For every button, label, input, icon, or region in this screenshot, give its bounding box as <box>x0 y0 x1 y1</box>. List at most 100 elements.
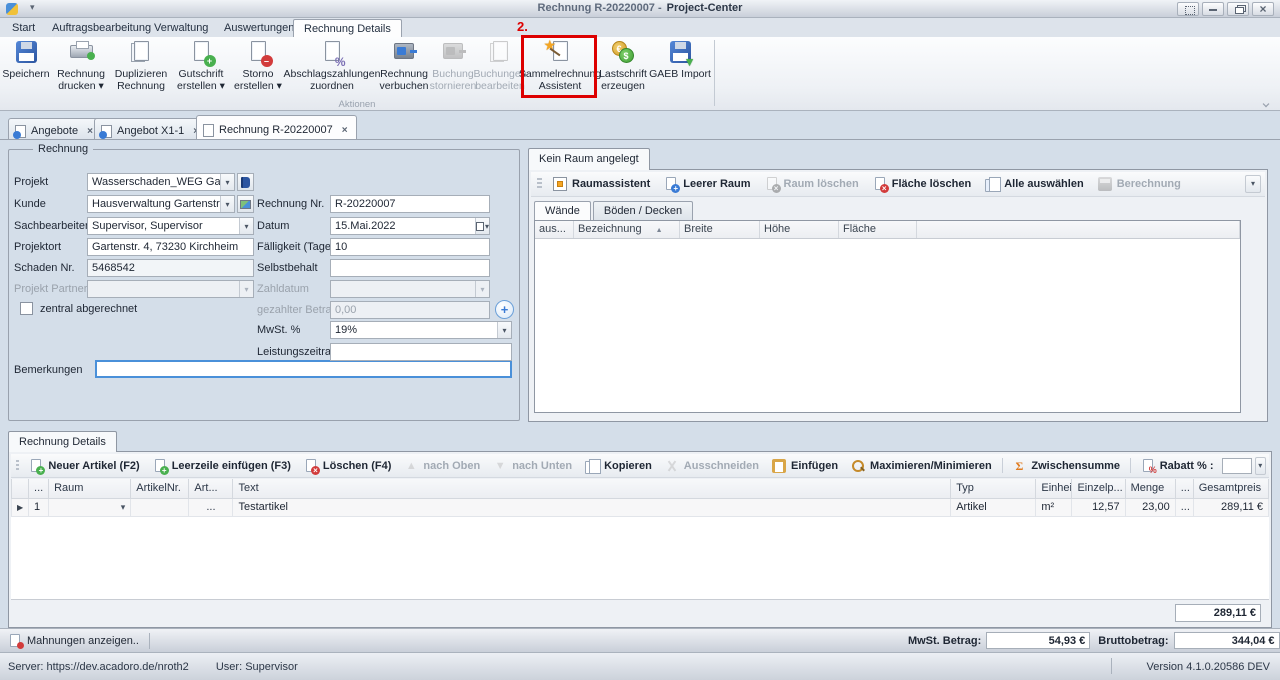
calendar-icon[interactable] <box>475 218 489 234</box>
cell-typ[interactable]: Artikel <box>951 498 1036 516</box>
credit-note-icon <box>188 39 215 66</box>
cell-einheit[interactable]: m² <box>1036 498 1072 516</box>
toolbar-dropdown-icon[interactable] <box>1245 175 1261 193</box>
rechnung-verbuchen-button[interactable]: Rechnungverbuchen <box>380 39 428 101</box>
column-header-artikelnr[interactable]: ArtikelNr. <box>131 479 189 498</box>
minimize-button[interactable] <box>1202 2 1224 16</box>
cell-einzelpreis[interactable]: 12,57 <box>1072 498 1125 516</box>
leerzeile-einfuegen-button[interactable]: Leerzeile einfügen (F3) <box>148 457 296 475</box>
ribbon-tab-auswertungen[interactable]: Auswertungen <box>214 19 304 37</box>
datum-label: Datum <box>257 220 289 232</box>
table-row[interactable]: 1 ... Testartikel Artikel m² 12,57 23,00… <box>12 498 1269 516</box>
close-button[interactable] <box>1252 2 1274 16</box>
column-header-typ[interactable]: Typ <box>951 479 1036 498</box>
insert-blank-row-icon <box>153 459 167 473</box>
offer-list-icon <box>15 125 26 138</box>
doc-tab-angebot-x1-1[interactable]: Angebot X1-1 × <box>94 118 208 139</box>
projekt-open-button[interactable] <box>237 173 254 191</box>
ribbon-tab-rechnung-details[interactable]: Rechnung Details <box>293 19 402 37</box>
main-content: Rechnung Projekt Wasserschaden_WEG Garte… <box>0 139 1280 628</box>
subtab-boeden-decken[interactable]: Böden / Decken <box>593 201 693 221</box>
column-header-gesamtpreis[interactable]: Gesamtpreis <box>1193 479 1268 498</box>
book-icon <box>241 177 250 188</box>
gaeb-import-button[interactable]: GAEB Import <box>650 39 710 101</box>
column-header-dots2[interactable]: ... <box>1175 479 1193 498</box>
kopieren-button[interactable]: Kopieren <box>580 457 657 475</box>
chevron-down-icon[interactable] <box>220 196 234 212</box>
leistungszeitraum-field[interactable] <box>330 343 512 361</box>
speichern-button[interactable]: Speichern <box>2 39 50 101</box>
toolbar-grip[interactable] <box>537 178 542 190</box>
add-payment-button[interactable] <box>495 300 514 319</box>
column-header-hoehe[interactable]: Höhe <box>760 221 839 238</box>
subtab-waende[interactable]: Wände <box>534 201 591 221</box>
cell-text[interactable]: Testartikel <box>233 498 951 516</box>
duplizieren-rechnung-button[interactable]: DuplizierenRechnung <box>112 39 170 101</box>
loeschen-button[interactable]: Löschen (F4) <box>299 457 396 475</box>
column-header-dots[interactable]: ... <box>29 479 49 498</box>
sachbearbeiter-combo[interactable]: Supervisor, Supervisor <box>87 217 254 235</box>
selbstbehalt-field[interactable] <box>330 259 490 277</box>
maximieren-minimieren-button[interactable]: Maximieren/Minimieren <box>846 457 997 475</box>
projektort-field[interactable] <box>87 238 254 256</box>
zwischensumme-button[interactable]: Zwischensumme <box>1007 457 1125 475</box>
rabatt-input[interactable] <box>1222 458 1252 474</box>
lastschrift-erzeugen-button[interactable]: Lastschrifterzeugen <box>598 39 648 101</box>
ribbon-collapse-icon[interactable] <box>1263 101 1270 108</box>
chevron-down-icon[interactable] <box>497 322 511 338</box>
cell-art-ellipsis-button[interactable]: ... <box>189 498 233 516</box>
kunde-open-button[interactable] <box>237 195 254 213</box>
kunde-combo[interactable]: Hausverwaltung Gartenstraße <box>87 195 235 213</box>
rechnung-nr-field[interactable] <box>330 195 490 213</box>
column-header-menge[interactable]: Menge <box>1125 479 1175 498</box>
rechnung-details-tab[interactable]: Rechnung Details <box>8 431 117 452</box>
abschlagszahlungen-zuordnen-button[interactable]: Abschlagszahlungenzuordnen <box>286 39 378 101</box>
alle-auswaehlen-button[interactable]: Alle auswählen <box>980 175 1088 193</box>
flaeche-loeschen-button[interactable]: Fläche löschen <box>868 175 976 193</box>
cell-menge[interactable]: 23,00 <box>1125 498 1175 516</box>
column-header-flaeche[interactable]: Fläche <box>839 221 917 238</box>
column-header-text[interactable]: Text <box>233 479 951 498</box>
tab-close-icon[interactable]: × <box>87 126 93 137</box>
column-header-breite[interactable]: Breite <box>680 221 760 238</box>
chevron-down-icon[interactable] <box>220 174 234 190</box>
faelligkeit-field[interactable] <box>330 238 490 256</box>
neuer-artikel-button[interactable]: Neuer Artikel (F2) <box>24 457 144 475</box>
column-header-raum[interactable]: Raum <box>49 479 131 498</box>
bemerkungen-field[interactable] <box>95 360 512 378</box>
projekt-combo[interactable]: Wasserschaden_WEG Garte... <box>87 173 235 191</box>
ribbon-tab-verwaltung[interactable]: Verwaltung <box>144 19 218 37</box>
schaden-nr-field[interactable] <box>87 259 254 277</box>
toolbar-dropdown-icon[interactable] <box>1255 457 1267 475</box>
column-header-einzelpreis[interactable]: Einzelp... <box>1072 479 1125 498</box>
tab-close-icon[interactable]: × <box>342 125 348 136</box>
restore-button[interactable] <box>1227 2 1249 16</box>
mwst-combo[interactable]: 19% <box>330 321 512 339</box>
column-header-art[interactable]: Art... <box>189 479 233 498</box>
cell-raum-dropdown[interactable] <box>49 498 131 516</box>
ribbon-tab-start[interactable]: Start <box>2 19 45 37</box>
column-header-einheit[interactable]: Einheit <box>1036 479 1072 498</box>
einfuegen-button[interactable]: Einfügen <box>767 457 843 475</box>
rabatt-button[interactable]: Rabatt % : <box>1136 457 1219 475</box>
column-header-bezeichnung[interactable]: Bezeichnung <box>574 221 680 238</box>
mahnungen-anzeigen-button[interactable]: Mahnungen anzeigen.. <box>0 629 149 652</box>
status-separator <box>1111 658 1112 674</box>
datum-field[interactable]: 15.Mai.2022 <box>330 217 490 235</box>
chevron-down-icon[interactable] <box>239 218 253 234</box>
cell-artikelnr[interactable] <box>131 498 189 516</box>
toolbar-grip[interactable] <box>16 460 19 471</box>
gutschrift-erstellen-button[interactable]: Gutschrifterstellen ▾ <box>172 39 230 101</box>
ribbon-tab-bar: Start Auftragsbearbeitung Verwaltung Aus… <box>0 18 1280 37</box>
doc-tab-rechnung[interactable]: Rechnung R-20220007 × <box>196 115 357 139</box>
rechnung-drucken-button[interactable]: Rechnungdrucken ▾ <box>52 39 110 101</box>
leerer-raum-button[interactable]: Leerer Raum <box>659 175 755 193</box>
doc-tab-angebote[interactable]: Angebote × <box>8 118 102 139</box>
storno-erstellen-button[interactable]: Stornoerstellen ▾ <box>232 39 284 101</box>
fullscreen-button[interactable] <box>1177 2 1199 16</box>
column-header-aus[interactable]: aus... <box>535 221 574 238</box>
cell-more-ellipsis-button[interactable]: ... <box>1175 498 1193 516</box>
raumassistent-button[interactable]: Raumassistent <box>548 175 655 193</box>
zentral-abgerechnet-checkbox[interactable] <box>20 302 33 315</box>
room-tab[interactable]: Kein Raum angelegt <box>528 148 650 170</box>
